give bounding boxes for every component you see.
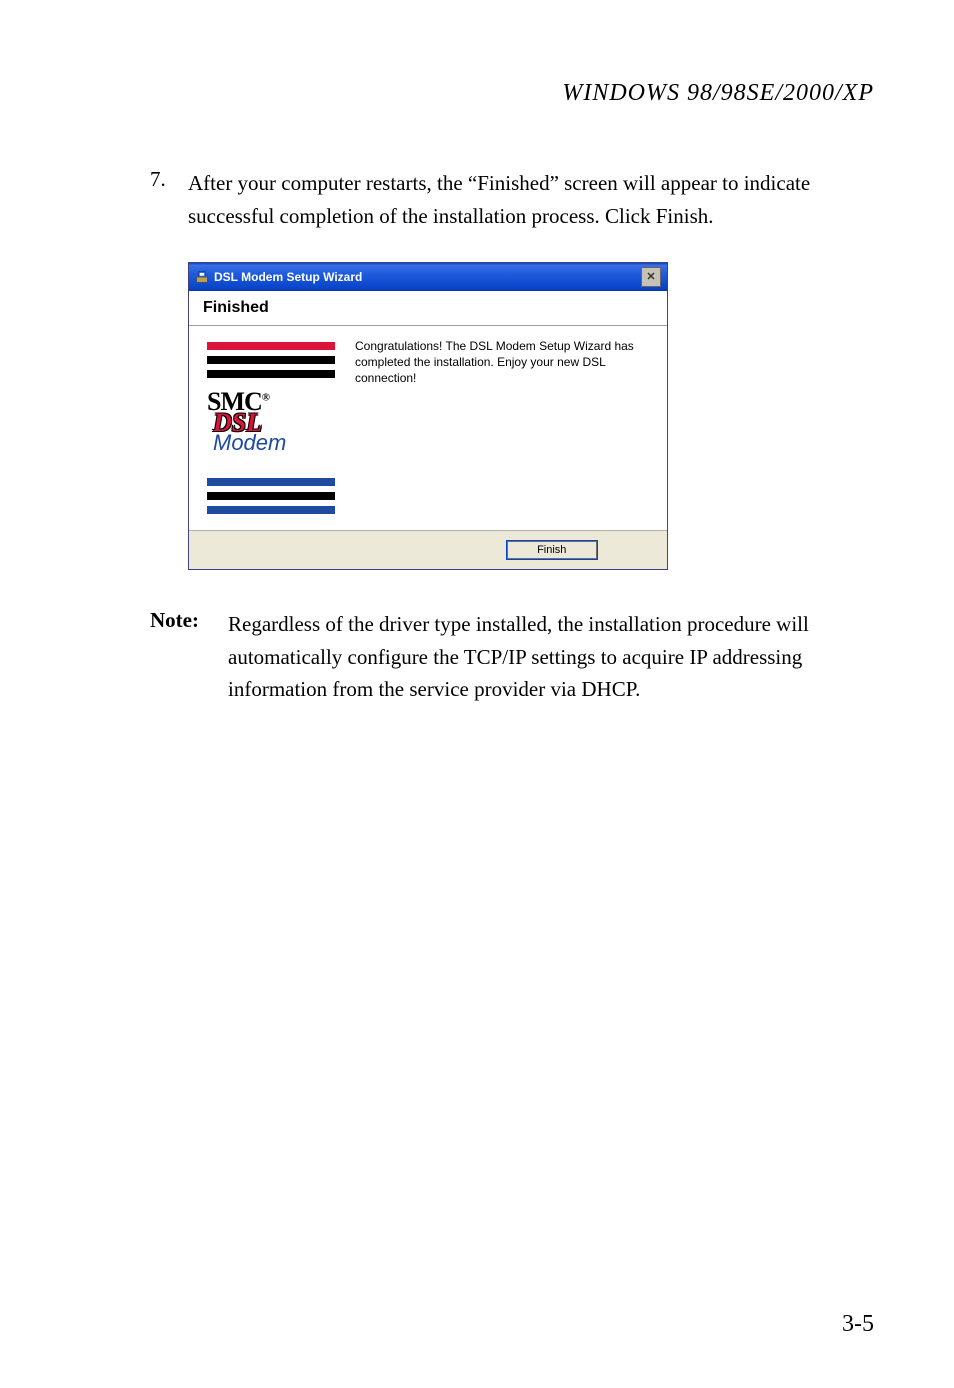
wizard-body-text: Congratulations! The DSL Modem Setup Wiz… bbox=[355, 336, 655, 526]
wizard-dialog: DSL Modem Setup Wizard ✕ Finished SMC® D… bbox=[188, 262, 668, 570]
note: Note: Regardless of the driver type inst… bbox=[150, 608, 874, 706]
step-number: 7. bbox=[150, 167, 188, 232]
note-text: Regardless of the driver type installed,… bbox=[228, 608, 874, 706]
step-text: After your computer restarts, the “Finis… bbox=[188, 167, 874, 232]
wizard-heading: Finished bbox=[189, 291, 667, 326]
wizard-brand-image: SMC® DSL Modem bbox=[201, 336, 341, 526]
step-7: 7. After your computer restarts, the “Fi… bbox=[150, 167, 874, 232]
note-label: Note: bbox=[150, 608, 228, 706]
close-button[interactable]: ✕ bbox=[641, 267, 661, 287]
wizard-body: SMC® DSL Modem Congratulations! The DSL … bbox=[189, 326, 667, 530]
wizard-button-row: Finish bbox=[189, 530, 667, 569]
brand-reg: ® bbox=[262, 391, 269, 403]
page-number: 3-5 bbox=[842, 1311, 874, 1338]
page-header: WINDOWS 98/98SE/2000/XP bbox=[150, 80, 874, 107]
dialog-title: DSL Modem Setup Wizard bbox=[214, 270, 362, 284]
installer-icon bbox=[195, 270, 209, 284]
finish-button[interactable]: Finish bbox=[507, 541, 597, 559]
close-icon: ✕ bbox=[646, 272, 655, 283]
brand-modem: Modem bbox=[207, 433, 286, 454]
dialog-titlebar: DSL Modem Setup Wizard ✕ bbox=[189, 263, 667, 291]
